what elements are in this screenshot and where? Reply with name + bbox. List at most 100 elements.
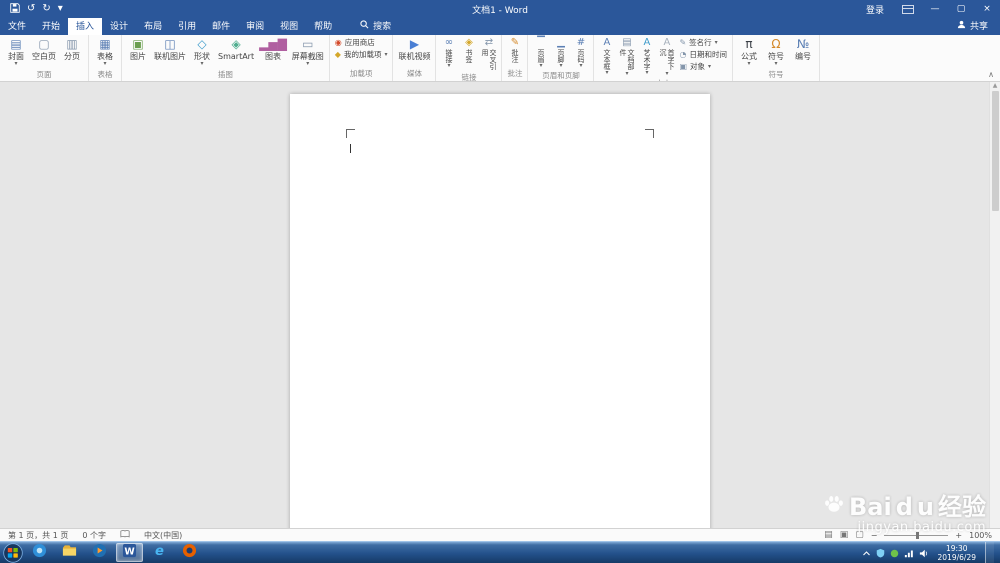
document-area: ▲: [0, 82, 1000, 528]
taskbar-item-media-center[interactable]: [26, 543, 53, 562]
button-label: 对象: [690, 62, 706, 71]
签名行-icon: ✎: [679, 37, 687, 47]
document-page[interactable]: [290, 94, 710, 528]
minimize-button[interactable]: —: [922, 0, 948, 18]
ribbon-button-联机图片[interactable]: ◫ 联机图片: [152, 36, 188, 68]
ribbon-button-页眉[interactable]: ▔ 页眉 ▾: [531, 36, 550, 69]
ribbon-button-符号[interactable]: Ω 符号 ▾: [763, 36, 789, 68]
文档部件-icon: ▤: [622, 37, 632, 48]
taskbar-item-media-player[interactable]: [86, 543, 113, 562]
ribbon-button-书签[interactable]: ◈ 书签: [459, 36, 478, 71]
scroll-up-icon[interactable]: ▲: [993, 82, 998, 89]
titlebar-right: 登录 — ▢ ×: [856, 0, 1000, 18]
word-count[interactable]: 0 个字: [82, 530, 106, 541]
watermark-brand-bai: Bai: [849, 492, 892, 521]
scrollbar-thumb[interactable]: [991, 91, 999, 211]
ribbon-button-文本框[interactable]: A 文本框 ▾: [597, 36, 616, 77]
ribbon-button-批注[interactable]: ✎ 批注: [505, 36, 524, 67]
page-indicator[interactable]: 第 1 页，共 1 页: [8, 530, 68, 541]
restore-button[interactable]: ▢: [948, 0, 974, 18]
ribbon-button-链接[interactable]: ∞ 链接 ▾: [439, 36, 458, 71]
ribbon-button-联机视频[interactable]: ▶ 联机视频: [396, 36, 432, 67]
tell-me-search[interactable]: 搜索: [360, 19, 391, 35]
taskbar-item-firefox[interactable]: [176, 543, 203, 562]
proofing-icon[interactable]: [120, 530, 130, 540]
word-icon: W: [122, 543, 137, 562]
quick-access-toolbar: ↺ ↻ ▾: [0, 2, 73, 16]
ribbon-button-对象[interactable]: ▣ 对象 ▾: [677, 61, 728, 72]
margin-crop-mark-top-right: [645, 129, 654, 138]
tray-network-icon[interactable]: [904, 543, 914, 562]
collapse-ribbon-button[interactable]: ∧: [988, 70, 994, 79]
ribbon-button-交叉引用[interactable]: ⇄ 交叉引用: [479, 36, 498, 71]
tab-布局[interactable]: 布局: [136, 17, 170, 35]
taskbar-item-ie[interactable]: e: [146, 543, 173, 562]
close-button[interactable]: ×: [974, 0, 1000, 18]
group-label: 表格: [97, 70, 113, 79]
tab-审阅[interactable]: 审阅: [238, 17, 272, 35]
customize-quick-access-button[interactable]: ▾: [58, 4, 63, 14]
联机视频-icon: ▶: [409, 37, 420, 51]
ribbon-group-页眉和页脚: ▔ 页眉 ▾ ▁ 页脚 ▾ # 页码 ▾ 页眉和页脚: [528, 35, 595, 81]
save-button[interactable]: [10, 2, 20, 16]
taskbar-item-explorer[interactable]: [56, 543, 83, 562]
media-center-icon: [32, 543, 47, 562]
tab-邮件[interactable]: 邮件: [204, 17, 238, 35]
ribbon-button-文档部件[interactable]: ▤ 文档部件 ▾: [617, 36, 636, 77]
tab-引用[interactable]: 引用: [170, 17, 204, 35]
language-indicator[interactable]: 中文(中国): [144, 530, 182, 541]
页脚-icon: ▁: [557, 37, 565, 48]
tray-security-icon[interactable]: [876, 543, 885, 562]
ribbon-button-屏幕截图[interactable]: ▭ 屏幕截图 ▾: [290, 36, 326, 68]
书签-icon: ◈: [465, 37, 473, 48]
tray-volume-icon[interactable]: [919, 543, 929, 562]
tab-开始[interactable]: 开始: [34, 17, 68, 35]
ribbon-button-图表[interactable]: ▂▅▇ 图表: [257, 36, 289, 68]
ribbon-button-我的加载项[interactable]: ◆ 我的加载项 ▾: [333, 49, 390, 60]
ribbon-button-分页[interactable]: ▥ 分页: [59, 36, 85, 68]
交叉引用-icon: ⇄: [484, 37, 494, 48]
tab-设计[interactable]: 设计: [102, 17, 136, 35]
group-label: 插图: [217, 70, 233, 79]
ribbon-button-封面[interactable]: ▤ 封面 ▾: [3, 36, 29, 68]
button-label: 书签: [464, 49, 473, 63]
符号-icon: Ω: [771, 37, 781, 51]
baidu-jingyan-watermark: Bai d u 经验 jingyan.baidu.com: [823, 493, 986, 535]
ribbon-button-形状[interactable]: ◇ 形状 ▾: [189, 36, 215, 68]
redo-button[interactable]: ↻: [42, 4, 50, 14]
ribbon-button-艺术字[interactable]: A 艺术字 ▾: [637, 36, 656, 77]
taskbar-clock[interactable]: 19:30 2019/6/29: [934, 544, 980, 562]
start-button[interactable]: [2, 542, 23, 563]
button-label: 图片: [130, 52, 146, 61]
group-label: 加载项: [349, 69, 373, 78]
sign-in-button[interactable]: 登录: [856, 3, 894, 16]
tray-hidden-icons-icon[interactable]: [862, 543, 871, 562]
tab-帮助[interactable]: 帮助: [306, 17, 340, 35]
ribbon-button-页码[interactable]: # 页码 ▾: [571, 36, 590, 69]
tab-插入[interactable]: 插入: [68, 17, 103, 35]
ribbon-button-SmartArt[interactable]: ◈ SmartArt: [216, 36, 256, 68]
ribbon-button-空白页[interactable]: ▢ 空白页: [30, 36, 58, 68]
ribbon-button-签名行[interactable]: ✎ 签名行 ▾: [677, 37, 728, 48]
tab-视图[interactable]: 视图: [272, 17, 306, 35]
ribbon-display-options-icon[interactable]: [902, 4, 914, 14]
ribbon-button-公式[interactable]: π 公式 ▾: [736, 36, 762, 68]
ribbon-button-首字下沉[interactable]: A 首字下沉 ▾: [657, 36, 676, 77]
ribbon-button-应用商店[interactable]: ◉ 应用商店: [333, 37, 390, 48]
share-button[interactable]: 共享: [957, 19, 1000, 35]
show-desktop-button[interactable]: [985, 541, 994, 563]
tab-文件[interactable]: 文件: [0, 17, 34, 35]
ribbon-button-表格[interactable]: ▦ 表格 ▾: [92, 36, 118, 68]
ribbon-button-日期和时间[interactable]: ◔ 日期和时间: [677, 49, 728, 60]
undo-button[interactable]: ↺: [27, 4, 35, 14]
ribbon-button-页脚[interactable]: ▁ 页脚 ▾: [551, 36, 570, 69]
taskbar-item-word[interactable]: W: [116, 543, 143, 562]
ribbon-button-图片[interactable]: ▣ 图片: [125, 36, 151, 68]
title-bar: ↺ ↻ ▾ 文档1 - Word 登录 — ▢ ×: [0, 0, 1000, 18]
tray-update-icon[interactable]: [890, 543, 899, 562]
ribbon-button-编号[interactable]: № 编号: [790, 36, 816, 68]
vertical-scrollbar[interactable]: ▲: [989, 82, 1000, 528]
clock-time: 19:30: [945, 543, 968, 553]
dropdown-arrow-icon: ▾: [14, 60, 18, 67]
window-title: 文档1 - Word: [472, 5, 528, 16]
